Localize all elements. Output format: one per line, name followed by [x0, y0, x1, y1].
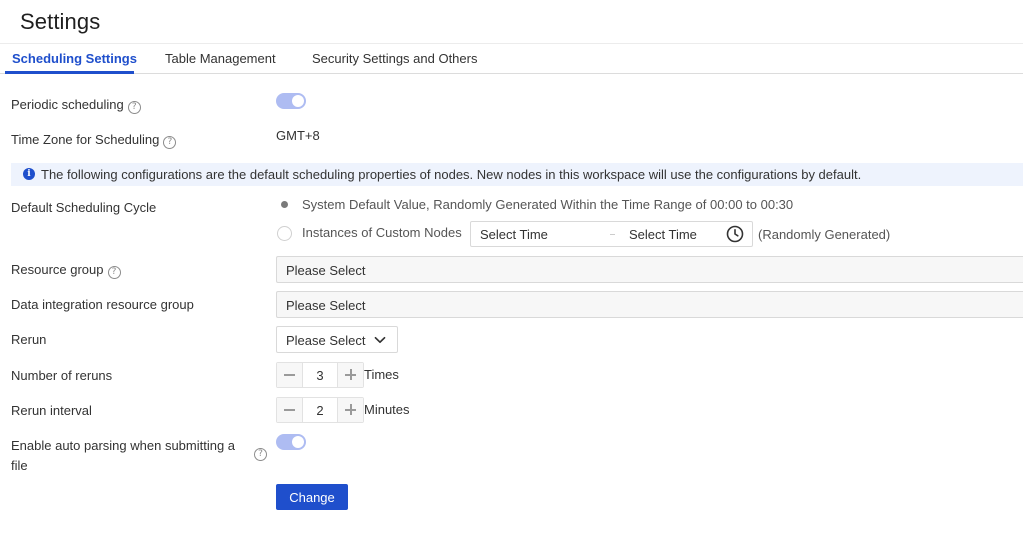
info-banner: i The following configurations are the d…: [11, 163, 1023, 186]
time-range-separator: [610, 234, 615, 235]
page-title: Settings: [20, 9, 101, 34]
data-integration-group-label: Data integration resource group: [11, 297, 194, 312]
radio-system-default-label[interactable]: System Default Value, Randomly Generated…: [302, 197, 793, 212]
time-zone-text: Time Zone for Scheduling: [11, 132, 160, 147]
info-icon: i: [23, 168, 35, 180]
periodic-scheduling-label: Periodic scheduling?: [11, 97, 141, 114]
randomly-generated-note: (Randomly Generated): [758, 227, 891, 242]
start-time-input[interactable]: Select Time: [480, 227, 548, 242]
number-of-reruns-stepper[interactable]: 3: [276, 362, 364, 388]
default-cycle-label: Default Scheduling Cycle: [11, 200, 157, 215]
data-integration-group-select[interactable]: Please Select: [276, 291, 1023, 318]
rerun-interval-stepper[interactable]: 2: [276, 397, 364, 423]
radio-system-default[interactable]: [277, 197, 292, 212]
interval-unit: Minutes: [364, 402, 410, 417]
settings-tabs: Scheduling Settings Table Management Sec…: [0, 44, 1023, 74]
resource-group-placeholder: Please Select: [286, 263, 366, 278]
decrement-button[interactable]: [277, 398, 303, 422]
number-of-reruns-label: Number of reruns: [11, 368, 113, 383]
periodic-scheduling-text: Periodic scheduling: [11, 97, 124, 112]
active-tab-indicator: [5, 71, 134, 74]
help-icon[interactable]: ?: [163, 136, 177, 149]
tab-table-management[interactable]: Table Management: [165, 51, 276, 66]
radio-custom-nodes[interactable]: [277, 226, 292, 241]
chevron-down-icon: [374, 336, 386, 344]
info-banner-text: The following configurations are the def…: [41, 167, 862, 182]
rerun-label: Rerun: [11, 332, 47, 347]
reruns-unit: Times: [364, 367, 399, 382]
auto-parsing-label-line2: file: [11, 458, 28, 473]
clock-icon[interactable]: [726, 225, 744, 243]
end-time-input[interactable]: Select Time: [629, 227, 697, 242]
toggle-knob: [292, 95, 304, 107]
auto-parsing-label-line1: Enable auto parsing when submitting a: [11, 438, 236, 453]
time-range-picker[interactable]: Select Time Select Time: [470, 221, 753, 247]
change-button[interactable]: Change: [276, 484, 348, 510]
resource-group-text: Resource group: [11, 262, 104, 277]
radio-custom-nodes-label[interactable]: Instances of Custom Nodes: [302, 225, 462, 240]
rerun-interval-label: Rerun interval: [11, 403, 92, 418]
tab-scheduling-settings[interactable]: Scheduling Settings: [12, 51, 137, 66]
time-zone-label: Time Zone for Scheduling?: [11, 132, 177, 149]
increment-button[interactable]: [337, 398, 363, 422]
auto-parsing-toggle[interactable]: [276, 434, 306, 450]
rerun-placeholder: Please Select: [286, 333, 366, 348]
tab-security-settings[interactable]: Security Settings and Others: [312, 51, 477, 66]
data-integration-group-placeholder: Please Select: [286, 298, 366, 313]
help-icon[interactable]: ?: [127, 101, 141, 114]
decrement-button[interactable]: [277, 363, 303, 387]
help-icon[interactable]: ?: [254, 448, 267, 461]
help-icon[interactable]: ?: [107, 266, 121, 279]
rerun-select[interactable]: Please Select: [276, 326, 398, 353]
toggle-knob: [292, 436, 304, 448]
time-zone-value: GMT+8: [276, 128, 320, 143]
increment-button[interactable]: [337, 363, 363, 387]
rerun-interval-value[interactable]: 2: [303, 403, 337, 418]
resource-group-select[interactable]: Please Select: [276, 256, 1023, 283]
resource-group-label: Resource group?: [11, 262, 121, 279]
periodic-scheduling-toggle[interactable]: [276, 93, 306, 109]
number-of-reruns-value[interactable]: 3: [303, 368, 337, 383]
